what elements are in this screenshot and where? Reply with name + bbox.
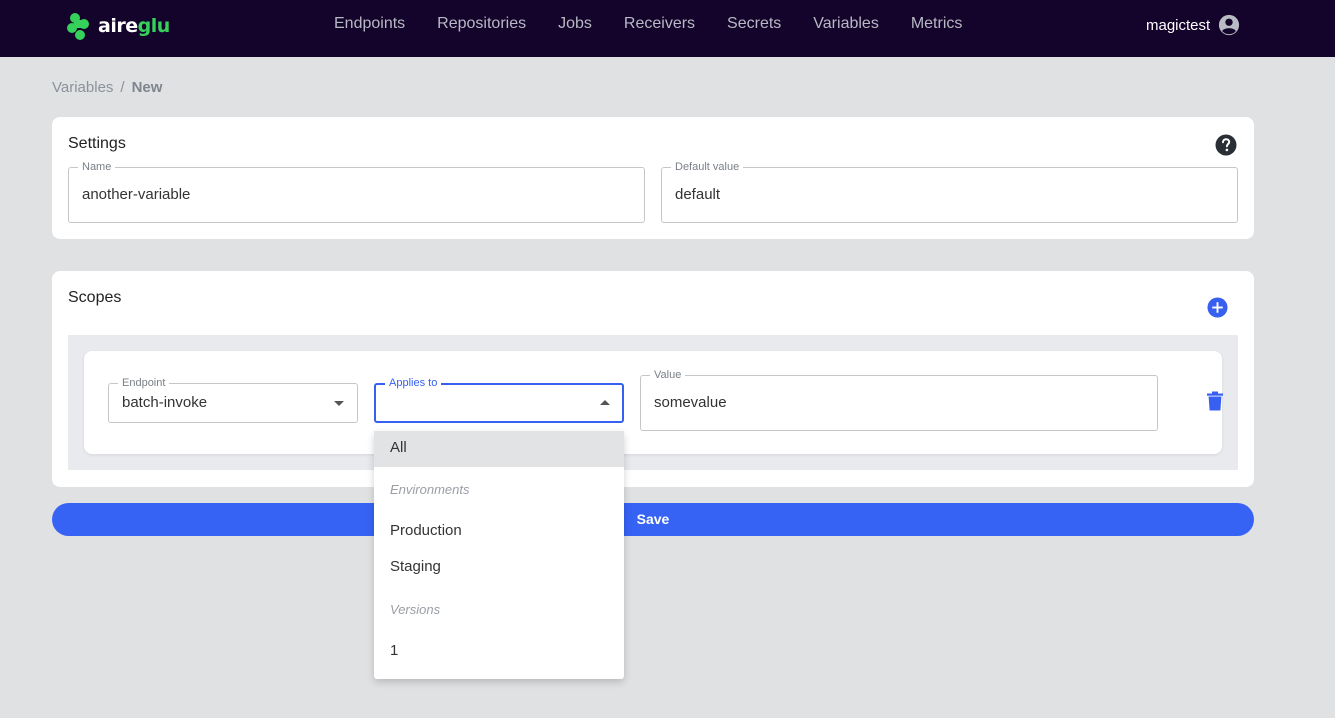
name-value: another-variable: [82, 186, 191, 203]
add-circle-icon[interactable]: [1207, 297, 1228, 318]
settings-card: Settings Name another-variable Default v…: [52, 117, 1254, 239]
nav-repositories[interactable]: Repositories: [437, 15, 526, 33]
breadcrumb: Variables / New: [52, 79, 162, 96]
menu-item-all[interactable]: All: [374, 431, 624, 467]
endpoint-label: Endpoint: [118, 377, 170, 389]
scope-value-label: Value: [650, 369, 686, 381]
default-value-label: Default value: [671, 161, 744, 173]
chevron-down-icon: [334, 401, 344, 406]
scopes-list: Endpoint batch-invoke Applies to Value s…: [68, 335, 1238, 470]
default-value-field[interactable]: Default value default: [661, 161, 1238, 223]
settings-title: Settings: [68, 135, 126, 152]
name-field[interactable]: Name another-variable: [68, 161, 645, 223]
breadcrumb-current: New: [131, 79, 163, 96]
logo-text: aireglu: [98, 15, 170, 37]
endpoint-value: batch-invoke: [122, 394, 208, 411]
save-button[interactable]: Save: [52, 503, 1254, 536]
scopes-title: Scopes: [68, 289, 122, 306]
account-circle-icon: [1219, 14, 1240, 36]
scope-value-field[interactable]: Value somevalue: [640, 369, 1158, 431]
help-circle-icon[interactable]: [1215, 134, 1237, 156]
menu-item-production[interactable]: Production: [374, 522, 624, 540]
name-label: Name: [78, 161, 116, 173]
aireglu-logo[interactable]: aireglu: [66, 10, 170, 42]
endpoint-select[interactable]: Endpoint batch-invoke: [108, 377, 358, 423]
default-value-value: default: [675, 186, 721, 203]
chevron-up-icon: [600, 400, 610, 405]
scope-value-value: somevalue: [654, 394, 727, 411]
menu-group-environments: Environments: [390, 482, 470, 497]
applies-to-label: Applies to: [385, 377, 442, 389]
user-menu[interactable]: magictest: [1146, 12, 1240, 38]
nav-receivers[interactable]: Receivers: [624, 15, 695, 33]
nav-metrics[interactable]: Metrics: [911, 15, 963, 33]
menu-item-version-1[interactable]: 1: [374, 642, 624, 660]
main-nav: Endpoints Repositories Jobs Receivers Se…: [334, 0, 994, 48]
nav-secrets[interactable]: Secrets: [727, 15, 781, 33]
nav-jobs[interactable]: Jobs: [558, 15, 592, 33]
top-navbar: aireglu Endpoints Repositories Jobs Rece…: [0, 0, 1335, 57]
trash-icon[interactable]: [1206, 391, 1224, 411]
scopes-card: Scopes Endpoint batch-invoke Applies to …: [52, 271, 1254, 487]
nav-variables[interactable]: Variables: [813, 15, 879, 33]
logo-mark-icon: [67, 13, 89, 40]
scope-row: Endpoint batch-invoke Applies to Value s…: [84, 351, 1224, 454]
menu-item-staging[interactable]: Staging: [374, 558, 624, 576]
breadcrumb-variables[interactable]: Variables: [52, 79, 113, 96]
nav-endpoints[interactable]: Endpoints: [334, 15, 405, 33]
menu-group-versions: Versions: [390, 602, 441, 617]
applies-to-select[interactable]: Applies to: [374, 377, 624, 423]
applies-to-menu: All Environments Production Staging Vers…: [374, 431, 624, 679]
username: magictest: [1146, 16, 1211, 34]
breadcrumb-separator: /: [120, 79, 125, 96]
